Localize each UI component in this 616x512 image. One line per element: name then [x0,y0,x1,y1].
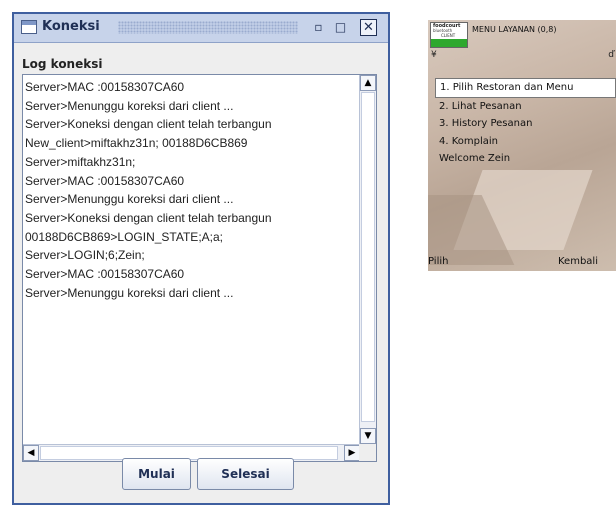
menu-title: MENU LAYANAN (0,8) [472,25,557,34]
menu-item[interactable]: 2. Lihat Pesanan [435,98,616,116]
softkey-bar: Pilih Kembali [428,253,616,271]
log-line: Server>Menunggu koreksi dari client ... [25,192,234,207]
scroll-corner [359,444,376,461]
start-button[interactable]: Mulai [122,458,191,490]
signal-icon: ¥ [431,50,437,60]
window-title: Koneksi [42,19,100,34]
window-titlebar[interactable]: Koneksi ▫ □ ✕ [14,14,388,43]
log-line: Server>miftakhz31n; [25,154,136,169]
scroll-down-icon[interactable]: ▼ [360,428,376,444]
softkey-right[interactable]: Kembali [558,256,598,267]
maximize-icon[interactable]: □ [332,19,349,36]
log-line: Server>Menunggu koreksi dari client ... [25,98,234,113]
phone-header: foodcourt bluetooth CLIENT MENU LAYANAN … [428,20,616,50]
log-line: Server>MAC :00158307CA60 [25,173,185,188]
minimize-icon[interactable]: ▫ [310,19,327,36]
welcome-text: Welcome Zein [439,153,511,164]
log-area[interactable]: Server>MAC :00158307CA60 Server>Menunggu… [22,74,377,462]
log-line: New_client>miftakhz31n; 00188D6CB869 [25,136,248,151]
log-label: Log koneksi [22,57,103,71]
log-line: Server>Koneksi dengan client telah terba… [25,210,272,225]
scroll-up-icon[interactable]: ▲ [360,75,376,91]
koneksi-window: Koneksi ▫ □ ✕ Log koneksi Server>MAC :00… [12,12,390,505]
horizontal-scrollbar[interactable]: ◀ ▶ [23,444,360,461]
menu-item[interactable]: 4. Komplain [435,133,616,151]
finish-button[interactable]: Selesai [197,458,294,490]
log-line: Server>Koneksi dengan client telah terba… [25,117,272,132]
phone-screen: foodcourt bluetooth CLIENT MENU LAYANAN … [428,20,616,271]
menu-list: 1. Pilih Restoran dan Menu 2. Lihat Pesa… [435,78,616,168]
titlebar-grip [118,21,298,34]
scroll-right-icon[interactable]: ▶ [344,445,360,461]
log-text[interactable]: Server>MAC :00158307CA60 Server>Menunggu… [23,75,359,439]
log-line: Server>MAC :00158307CA60 [25,267,185,282]
menu-item[interactable]: 1. Pilih Restoran dan Menu [435,78,616,98]
vertical-scroll-thumb[interactable] [361,92,375,422]
log-line: Server>Menunggu koreksi dari client ... [25,285,234,300]
close-icon[interactable]: ✕ [360,19,377,36]
battery-icon: ď [608,50,614,60]
app-logo: foodcourt bluetooth CLIENT [430,22,468,48]
menu-item[interactable]: 3. History Pesanan [435,115,616,133]
log-line: Server>LOGIN;6;Zein; [25,248,145,263]
log-line: Server>MAC :00158307CA60 [25,80,185,94]
softkey-left[interactable]: Pilih [428,256,448,267]
vertical-scrollbar[interactable]: ▲ ▼ [359,75,376,444]
scroll-left-icon[interactable]: ◀ [23,445,39,461]
log-line: 00188D6CB869>LOGIN_STATE;A;a; [25,229,223,244]
window-icon [21,20,37,34]
